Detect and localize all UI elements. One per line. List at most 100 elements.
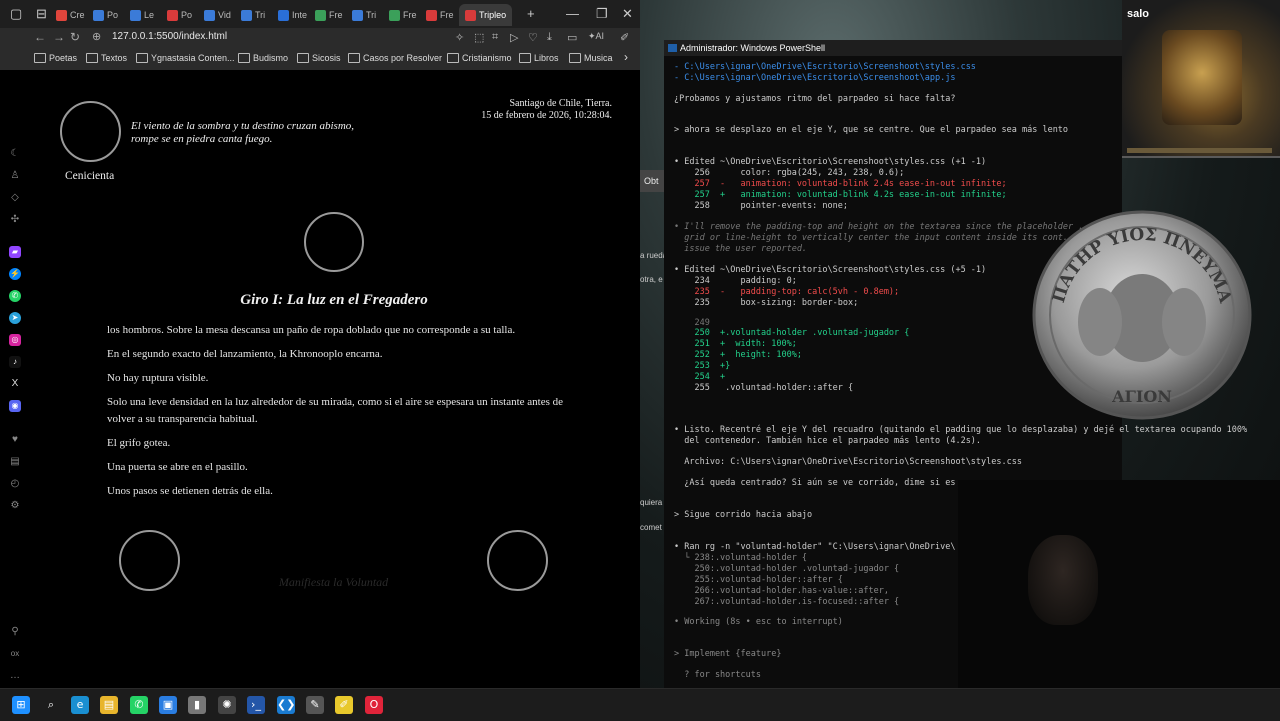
- x-icon[interactable]: X: [9, 378, 21, 390]
- download-icon[interactable]: ⤓: [547, 31, 552, 44]
- discord-icon[interactable]: ◉: [9, 400, 21, 412]
- tab-actions-icon[interactable]: ▢: [10, 6, 22, 22]
- terminal-line: 267:.voluntad-holder.is-focused::after {: [674, 597, 900, 607]
- bookmark-item[interactable]: Cristianismo: [447, 53, 512, 63]
- reload-icon[interactable]: ↻: [70, 30, 80, 44]
- messenger-icon[interactable]: ⚡: [9, 268, 21, 280]
- tiktok-icon[interactable]: ♪: [9, 356, 21, 368]
- bookmark-item[interactable]: Poetas: [34, 53, 77, 63]
- url-input[interactable]: 127.0.0.1:5500/index.html: [112, 31, 227, 42]
- wallet-icon[interactable]: ▭: [567, 31, 577, 44]
- bookmark-item[interactable]: Ygnastasia Conten...: [136, 53, 235, 63]
- forward-icon[interactable]: →: [53, 30, 65, 44]
- browser-tab[interactable]: Tri: [241, 4, 265, 26]
- tab-bar: ▢ ⊟ Cre Po Le Po Vid Tri Inte Fre Tri Fre Fre Tripl…: [0, 0, 640, 28]
- moon-icon[interactable]: ☾: [9, 148, 21, 160]
- browser-tab[interactable]: Cre: [56, 4, 85, 26]
- minimize-icon[interactable]: —: [566, 6, 579, 21]
- heart-icon[interactable]: ♥: [9, 434, 21, 446]
- new-tab-button[interactable]: +: [527, 6, 535, 21]
- browser-tab[interactable]: Tri: [352, 4, 376, 26]
- favorite-icon[interactable]: ♡: [528, 31, 538, 44]
- app-icon[interactable]: ▣: [159, 696, 177, 714]
- tab-favicon-icon: [204, 9, 215, 21]
- history-icon[interactable]: ◴: [9, 478, 21, 490]
- terminal-line: • Listo. Recentré el eje Y del recuadro …: [674, 425, 1248, 435]
- vscode-icon[interactable]: ❮❯: [277, 696, 295, 714]
- coin-right-face: [1162, 288, 1206, 356]
- tab-favicon-icon: [241, 9, 252, 21]
- browser-tab[interactable]: Fre: [389, 4, 417, 26]
- bookmark-item[interactable]: Sicosis: [297, 53, 341, 63]
- screenshot-icon[interactable]: ⬚: [474, 31, 484, 44]
- maximize-icon[interactable]: ❐: [596, 6, 608, 22]
- terminal-line: ¿Probamos y ajustamos ritmo del parpadeo…: [674, 94, 956, 104]
- edge-icon[interactable]: e: [71, 696, 89, 714]
- browser-tab[interactable]: Po: [93, 4, 118, 26]
- aria-icon[interactable]: ◇: [9, 192, 21, 204]
- menu-icon[interactable]: ✐: [620, 31, 629, 44]
- telegram-icon[interactable]: ➤: [9, 312, 21, 324]
- browser-tab[interactable]: Inte: [278, 4, 307, 26]
- bookmark-item[interactable]: Musica: [569, 53, 613, 63]
- paint-icon[interactable]: ✎: [306, 696, 324, 714]
- browser-tab[interactable]: Le: [130, 4, 154, 26]
- pin-icon[interactable]: ✧: [455, 31, 464, 44]
- powershell-icon[interactable]: ›_: [247, 696, 265, 714]
- bookmark-label: Cristianismo: [462, 53, 512, 63]
- dateline: Santiago de Chile, Tierra. 15 de febrero…: [481, 98, 612, 122]
- chatgpt-icon[interactable]: ✺: [218, 696, 236, 714]
- bookmark-item[interactable]: Libros: [519, 53, 559, 63]
- browser-tab[interactable]: Fre: [315, 4, 343, 26]
- ai-button[interactable]: ✦AI: [588, 31, 604, 42]
- notes-icon[interactable]: ✐: [335, 696, 353, 714]
- instagram-icon[interactable]: ◎: [9, 334, 21, 346]
- spark-icon[interactable]: ✣: [9, 214, 21, 226]
- avatar[interactable]: [60, 101, 121, 162]
- browser-tab[interactable]: Vid: [204, 4, 231, 26]
- search-icon[interactable]: ⌕: [42, 696, 60, 714]
- ai-label: AI: [595, 31, 605, 41]
- settings-icon[interactable]: ⚙: [9, 500, 21, 512]
- reader-icon[interactable]: ▤: [9, 456, 21, 468]
- gamepad-icon[interactable]: ♙: [9, 170, 21, 182]
- bookmarks-more-icon[interactable]: ›: [624, 50, 628, 64]
- close-icon[interactable]: ✕: [622, 6, 633, 22]
- file-explorer-icon[interactable]: ▤: [100, 696, 118, 714]
- site-info-icon[interactable]: ⊕: [92, 30, 101, 43]
- terminal-line: ? for shortcuts: [674, 670, 761, 680]
- bookmark-item[interactable]: Textos: [86, 53, 127, 63]
- back-icon[interactable]: ←: [34, 30, 46, 44]
- bookmark-item[interactable]: Casos por Resolver: [348, 53, 442, 63]
- browser-tab[interactable]: Fre: [426, 4, 454, 26]
- windows-start-icon[interactable]: ⊞: [12, 696, 30, 714]
- tab-favicon-icon: [130, 9, 141, 21]
- browser-tab[interactable]: Tripleo: [459, 4, 513, 26]
- tab-favicon-icon: [426, 9, 437, 21]
- bookmark-label: Libros: [534, 53, 559, 63]
- workspaces-icon[interactable]: ⊟: [36, 6, 47, 22]
- browser-tab[interactable]: Po: [167, 4, 192, 26]
- right-orb[interactable]: [487, 530, 548, 591]
- clipped-text: comet: [640, 523, 662, 532]
- powershell-titlebar[interactable]: Administrador: Windows PowerShell: [664, 40, 1122, 56]
- camera-icon[interactable]: ⌗: [492, 31, 498, 44]
- coin-bottom-text: ΑΓΙΟΝ: [1111, 387, 1172, 406]
- puzzle-icon[interactable]: ⚲: [9, 626, 21, 638]
- powershell-title-icon: [668, 44, 677, 52]
- avatar-name: Cenicienta: [65, 170, 115, 182]
- whatsapp-icon[interactable]: ✆: [130, 696, 148, 714]
- ox-icon[interactable]: ox: [9, 648, 21, 660]
- play-icon[interactable]: ▷: [510, 31, 518, 44]
- whatsapp-sidebar-icon[interactable]: ✆: [9, 290, 21, 302]
- twitch-icon[interactable]: ▰: [9, 246, 21, 258]
- folder-icon: [447, 53, 459, 63]
- opera-icon[interactable]: O: [365, 696, 383, 714]
- voluntad-input[interactable]: Manifiesta la Voluntad: [226, 575, 441, 590]
- usb-icon[interactable]: ▮: [188, 696, 206, 714]
- center-orb[interactable]: [304, 212, 364, 272]
- tab-label: Tri: [255, 10, 266, 20]
- left-orb[interactable]: [119, 530, 180, 591]
- bookmark-item[interactable]: Budismo: [238, 53, 288, 63]
- more-icon[interactable]: …: [9, 670, 21, 682]
